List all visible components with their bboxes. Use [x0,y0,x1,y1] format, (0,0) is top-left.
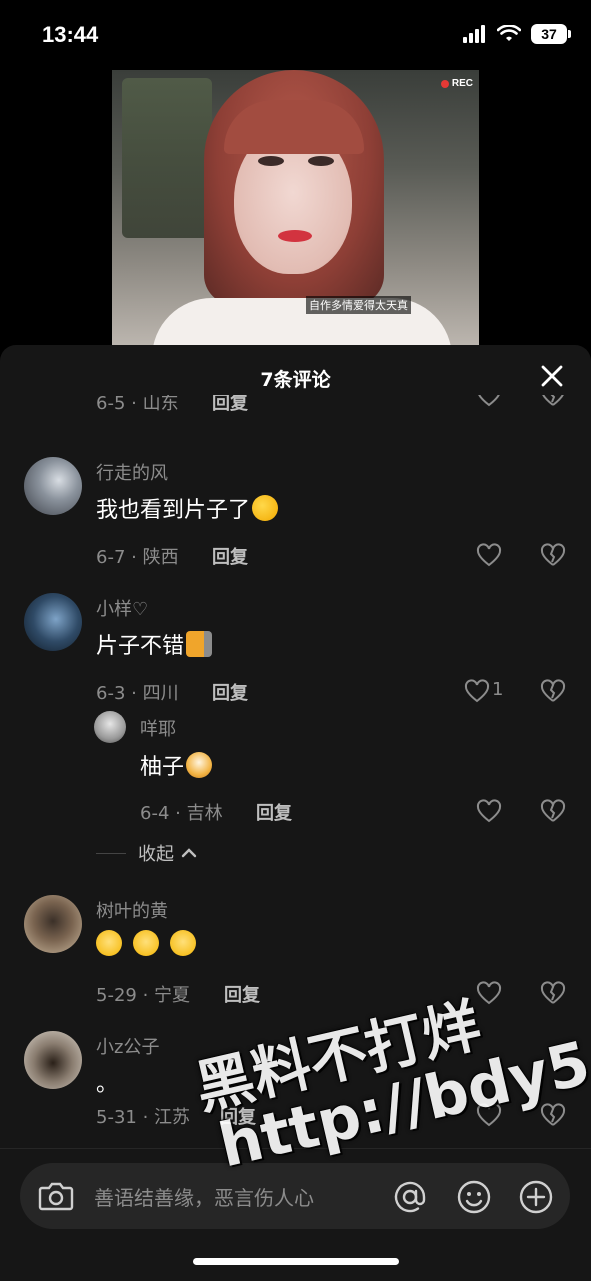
status-icons: 37 [463,24,571,44]
home-indicator[interactable] [193,1258,399,1265]
comment-text [96,930,196,958]
broken-heart-icon[interactable] [540,679,566,705]
avatar[interactable] [94,711,126,743]
avatar[interactable] [24,593,82,651]
comment-username[interactable]: 树叶的黄 [96,897,168,923]
video-car-window [122,78,212,238]
reply-button[interactable]: 回复 [256,799,292,825]
rolling-laugh-emoji-icon [252,495,279,521]
add-icon[interactable] [518,1179,554,1215]
status-bar: 13:44 37 [0,0,591,70]
emoji-icon[interactable] [456,1179,492,1215]
comment-text-body: 片子不错 [96,634,185,659]
broken-heart-icon[interactable] [540,395,566,409]
video-lips [278,230,312,242]
cellular-signal-icon [463,25,485,43]
reply-button[interactable]: 回复 [212,543,248,569]
battery-icon: 37 [531,24,571,44]
video-eye-right [308,156,334,166]
heart-icon[interactable] [476,799,502,825]
avatar[interactable] [24,457,82,515]
heart-icon[interactable] [464,679,490,705]
flushed-emoji-icon [96,930,122,956]
avatar[interactable] [24,1031,82,1089]
video-bangs [224,100,364,154]
reply-button[interactable]: 回复 [212,395,248,415]
rec-indicator: REC [440,78,473,89]
video-preview[interactable]: REC 自作多情爱得太天真 [112,70,479,348]
comment-meta: 6-5 · 山东 [96,395,179,414]
comment-text: 片子不错 [96,628,213,660]
collapse-divider [96,853,126,854]
close-icon[interactable] [539,363,565,389]
wifi-icon [497,25,521,41]
comment-meta: 5-31 · 江苏 [96,1107,191,1128]
camera-icon[interactable] [38,1179,74,1213]
dog-tongue-emoji-icon [186,752,213,778]
flushed-emoji-icon [133,930,159,956]
comments-title: 7条评论 [260,369,331,391]
video-subtitle: 自作多情爱得太天真 [306,296,411,314]
cat-peek-emoji-icon [186,631,213,657]
reply-button[interactable]: 回复 [212,679,248,705]
comment-text: 。 [96,1072,119,1097]
comment-username[interactable]: 小样♡ [96,595,148,621]
comment-meta: 6-4 · 吉林 [140,803,223,824]
broken-heart-icon[interactable] [540,799,566,825]
like-count: 1 [492,679,504,700]
reply-button[interactable]: 回复 [224,981,260,1007]
comment-text: 我也看到片子了 [96,492,279,524]
comment-text-body: 柚子 [140,755,185,780]
broken-heart-icon[interactable] [540,543,566,569]
at-mention-icon[interactable] [392,1179,428,1215]
comment-partial: 6-5 · 山东 回复 [0,395,591,425]
video-eye-left [258,156,284,166]
rec-label: REC [451,78,473,89]
rec-dot-icon [440,79,449,88]
comment-username[interactable]: 小z公子 [96,1033,159,1059]
comment-meta: 5-29 · 宁夏 [96,985,191,1006]
comment-meta: 6-3 · 四川 [96,683,179,704]
avatar[interactable] [24,895,82,953]
chevron-up-icon [181,848,196,858]
collapse-replies-button[interactable]: 收起 [138,840,198,866]
flushed-emoji-icon [170,930,196,956]
heart-icon[interactable] [476,395,502,409]
comment-input-placeholder: 善语结善缘，恶言伤人心 [94,1186,314,1210]
comment-username[interactable]: 行走的风 [96,459,168,485]
comment-username[interactable]: 咩耶 [140,715,176,741]
comment-meta: 6-7 · 陕西 [96,547,179,568]
status-time: 13:44 [42,22,99,47]
comment-text: 柚子 [140,749,213,781]
heart-icon[interactable] [476,543,502,569]
comment-text-body: 我也看到片子了 [96,498,251,523]
collapse-label: 收起 [138,844,174,865]
